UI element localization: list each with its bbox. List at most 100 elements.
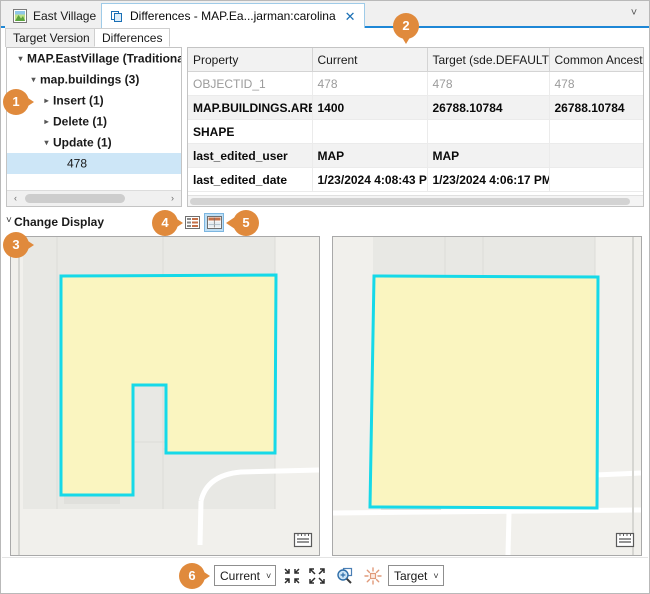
differences-icon: [110, 9, 124, 23]
callout-number: 5: [233, 210, 259, 236]
side-by-side-view-button[interactable]: [204, 213, 224, 232]
tree-item-label: MAP.EastVillage (Traditional) -: [27, 51, 182, 65]
table-row[interactable]: last_edited_date 1/23/2024 4:08:43 PM 1/…: [188, 168, 643, 192]
column-header-target[interactable]: Target (sde.DEFAULT): [427, 48, 549, 72]
cell-current: [312, 120, 427, 144]
tab-label: East Village: [33, 9, 96, 23]
table-row[interactable]: MAP.BUILDINGS.AREA 1400 26788.10784 2678…: [188, 96, 643, 120]
tree-item-layer[interactable]: ▾map.buildings (3): [7, 69, 181, 90]
callout-badge-5: 5: [233, 210, 263, 236]
tab-label: Differences - MAP.Ea...jarman:carolina: [130, 9, 336, 23]
tab-differences[interactable]: Differences - MAP.Ea...jarman:carolina ✕: [101, 3, 365, 28]
cell-common-ancestor: [549, 168, 643, 192]
basemap-icon[interactable]: [615, 531, 635, 549]
sub-tab-strip: Target Version Differences: [1, 28, 649, 47]
current-version-dropdown[interactable]: Current ˅: [214, 565, 276, 586]
differences-tree[interactable]: ▾MAP.EastVillage (Traditional) - ▾map.bu…: [6, 47, 182, 207]
chevron-down-icon[interactable]: ˅: [6, 215, 12, 226]
change-display-label[interactable]: Change Display: [14, 215, 104, 229]
scroll-thumb[interactable]: [25, 194, 125, 203]
collapse-arrows-icon: [282, 566, 302, 586]
table-horizontal-scrollbar[interactable]: [188, 195, 643, 206]
cell-property: OBJECTID_1: [188, 72, 312, 96]
expanded-arrow-icon[interactable]: ▾: [40, 132, 53, 153]
change-display-bar: ˅ Change Display: [2, 211, 648, 234]
differences-window: East Village Differences - MAP.Ea...jarm…: [0, 0, 650, 594]
cell-current: 478: [312, 72, 427, 96]
cell-common-ancestor: [549, 120, 643, 144]
zoom-to-fit-button[interactable]: [282, 566, 302, 586]
expand-arrows-icon: [307, 566, 327, 586]
table-row[interactable]: OBJECTID_1 478 478 478: [188, 72, 643, 96]
column-header-current[interactable]: Current: [312, 48, 427, 72]
expanded-arrow-icon[interactable]: ▾: [27, 69, 40, 90]
flash-icon: [363, 566, 383, 586]
tree-item-label: Update (1): [53, 135, 112, 149]
callout-number: 6: [179, 563, 205, 589]
properties-table: Property Current Target (sde.DEFAULT) Co…: [188, 48, 644, 192]
callout-badge-2: 2: [393, 13, 423, 39]
chevron-down-icon[interactable]: ˅: [266, 571, 271, 581]
map-toolbar: Current ˅: [2, 557, 648, 592]
table-row[interactable]: last_edited_user MAP MAP: [188, 144, 643, 168]
dropdown-value: Current: [220, 569, 260, 583]
flash-feature-button[interactable]: [363, 566, 383, 586]
basemap-icon[interactable]: [293, 531, 313, 549]
column-header-property[interactable]: Property: [188, 48, 312, 72]
collapsed-arrow-icon[interactable]: ▸: [40, 90, 53, 111]
tree-item-label: Insert (1): [53, 93, 104, 107]
zoom-feature-icon: [335, 566, 355, 586]
target-version-dropdown[interactable]: Target ˅: [388, 565, 444, 586]
cell-target: 478: [427, 72, 549, 96]
collapsed-arrow-icon[interactable]: ▸: [40, 111, 53, 132]
tree-item-delete[interactable]: ▸Delete (1): [7, 111, 181, 132]
table-rows-icon: [185, 216, 200, 229]
tree-item-label: 478: [67, 156, 87, 170]
callout-badge-4: 4: [152, 210, 182, 236]
tree-item-feature-478[interactable]: 478: [7, 153, 181, 174]
dropdown-value: Target: [394, 569, 427, 583]
callout-number: 3: [3, 232, 29, 258]
chevron-down-icon[interactable]: ˅: [433, 571, 438, 581]
tree-item-label: Delete (1): [53, 114, 107, 128]
cell-property: MAP.BUILDINGS.AREA: [188, 96, 312, 120]
table-header-row: Property Current Target (sde.DEFAULT) Co…: [188, 48, 643, 72]
table-row[interactable]: SHAPE: [188, 120, 643, 144]
expand-view-button[interactable]: [307, 566, 327, 586]
tree-horizontal-scrollbar[interactable]: ‹ ›: [7, 190, 181, 206]
scroll-right-icon[interactable]: ›: [165, 191, 180, 206]
cell-common-ancestor: 478: [549, 72, 643, 96]
close-icon[interactable]: ✕: [345, 10, 356, 23]
column-header-common-ancestor[interactable]: Common Ancestor: [549, 48, 643, 72]
target-map-preview[interactable]: [332, 236, 642, 556]
cell-common-ancestor: [549, 144, 643, 168]
callout-badge-1: 1: [3, 89, 33, 115]
cell-target: 26788.10784: [427, 96, 549, 120]
current-map-graphic: [11, 237, 319, 555]
chevron-down-icon[interactable]: ˅: [627, 6, 641, 20]
tree-item-update[interactable]: ▾Update (1): [7, 132, 181, 153]
zoom-to-feature-button[interactable]: [335, 566, 355, 586]
tree-item-label: map.buildings (3): [40, 72, 139, 86]
cell-property: last_edited_date: [188, 168, 312, 192]
tab-differences-sub[interactable]: Differences: [94, 28, 170, 47]
table-columns-icon: [207, 216, 222, 229]
cell-current: MAP: [312, 144, 427, 168]
tab-target-version[interactable]: Target Version: [5, 28, 98, 47]
tab-east-village[interactable]: East Village: [5, 3, 104, 28]
cell-target: 1/23/2024 4:06:17 PM: [427, 168, 549, 192]
cell-target: MAP: [427, 144, 549, 168]
expanded-arrow-icon[interactable]: ▾: [14, 48, 27, 69]
map-thumbnail-icon: [13, 9, 27, 23]
properties-table-panel[interactable]: Property Current Target (sde.DEFAULT) Co…: [187, 47, 644, 207]
tree-item-version[interactable]: ▾MAP.EastVillage (Traditional) -: [7, 48, 181, 69]
target-map-graphic: [333, 237, 641, 555]
scroll-thumb[interactable]: [190, 198, 630, 205]
current-map-preview[interactable]: [10, 236, 320, 556]
window-tab-strip: East Village Differences - MAP.Ea...jarm…: [1, 1, 649, 28]
cell-property: SHAPE: [188, 120, 312, 144]
single-row-view-button[interactable]: [182, 213, 202, 232]
callout-number: 1: [3, 89, 29, 115]
scroll-left-icon[interactable]: ‹: [8, 191, 23, 206]
cell-common-ancestor: 26788.10784: [549, 96, 643, 120]
